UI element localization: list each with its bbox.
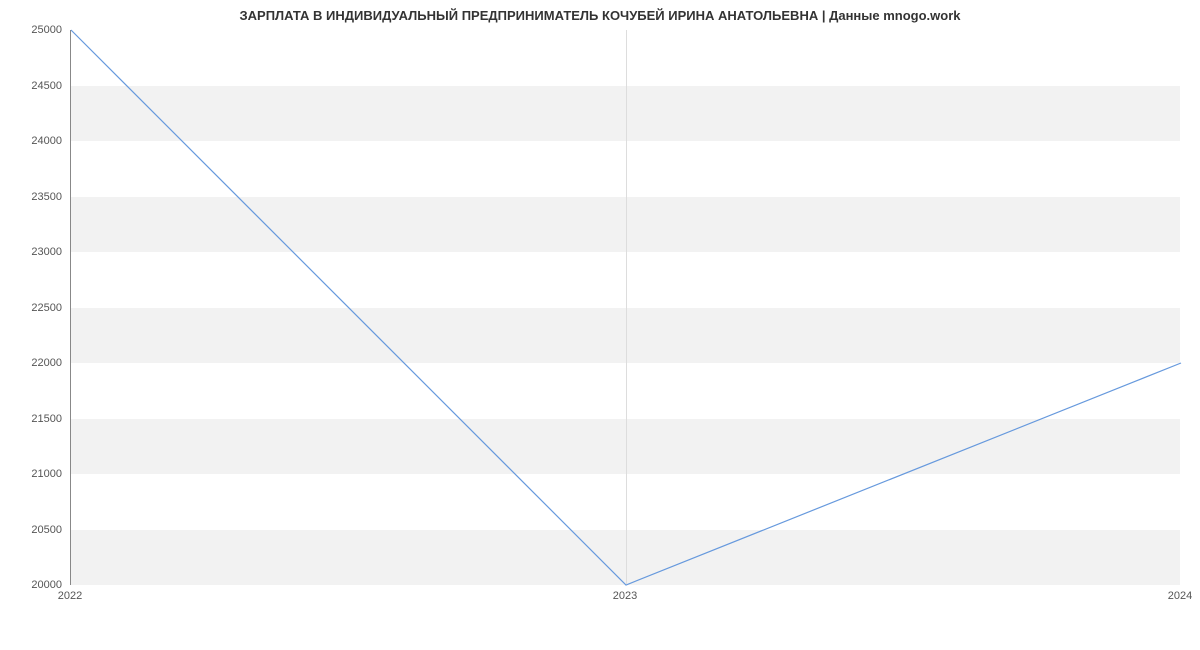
plot-area <box>70 30 1180 585</box>
chart-title: ЗАРПЛАТА В ИНДИВИДУАЛЬНЫЙ ПРЕДПРИНИМАТЕЛ… <box>0 0 1200 23</box>
y-tick-label: 22000 <box>12 357 62 369</box>
y-tick-label: 23500 <box>12 191 62 203</box>
y-tick-label: 24000 <box>12 135 62 147</box>
y-tick-label: 25000 <box>12 24 62 36</box>
y-tick-label: 20000 <box>12 579 62 591</box>
x-tick-label: 2024 <box>1168 590 1192 602</box>
y-tick-label: 21000 <box>12 468 62 480</box>
y-tick-label: 23000 <box>12 246 62 258</box>
line-layer <box>71 30 1181 585</box>
data-line <box>71 30 1181 585</box>
chart-container: 2000020500210002150022000225002300023500… <box>70 30 1180 600</box>
x-tick-label: 2022 <box>58 590 82 602</box>
y-tick-label: 24500 <box>12 80 62 92</box>
y-tick-label: 22500 <box>12 302 62 314</box>
x-tick-label: 2023 <box>613 590 637 602</box>
y-tick-label: 21500 <box>12 413 62 425</box>
y-tick-label: 20500 <box>12 524 62 536</box>
